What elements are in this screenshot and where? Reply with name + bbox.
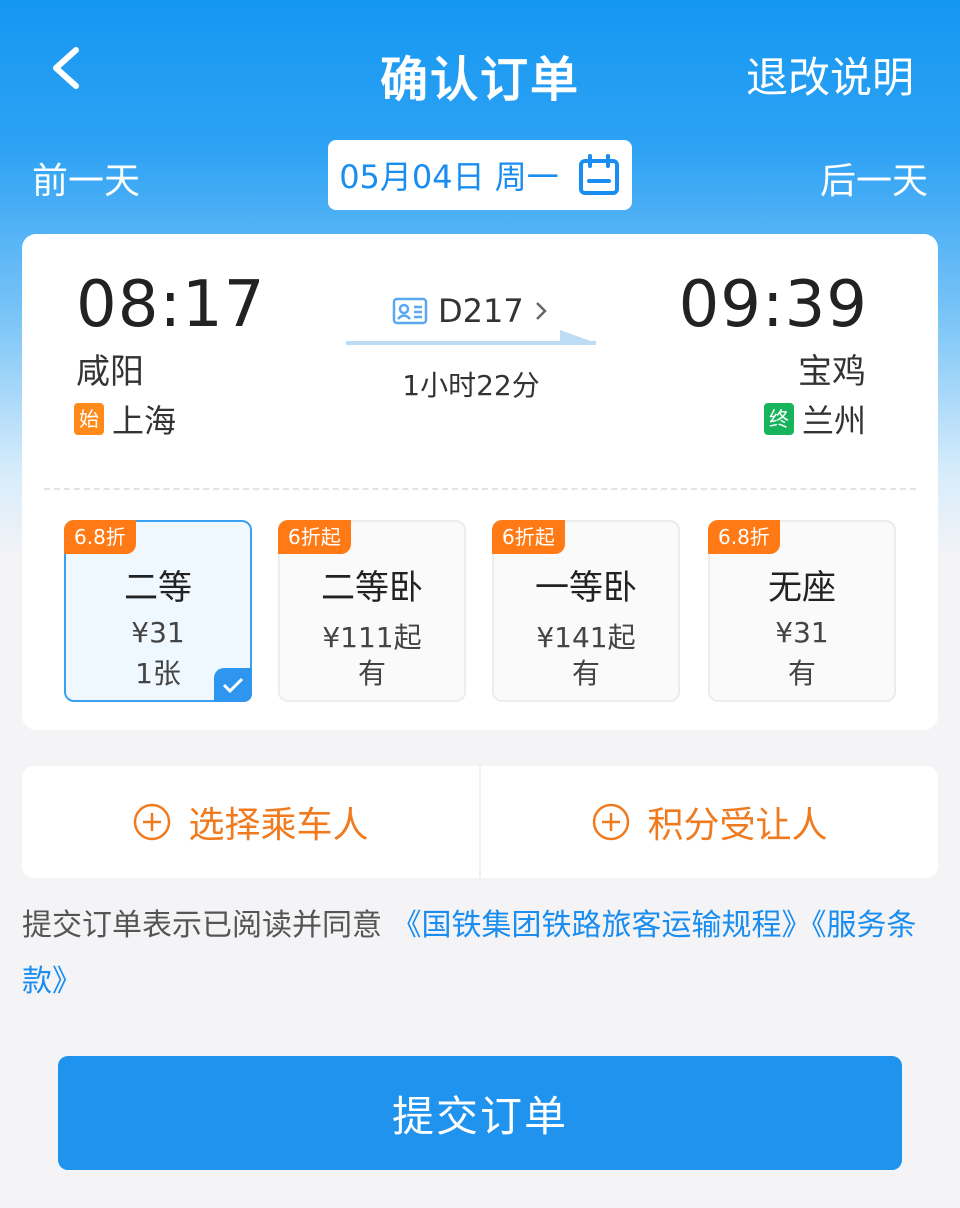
terminal-station-row: 终 兰州 [763, 396, 866, 442]
plus-circle-icon [593, 803, 630, 841]
next-day-button[interactable]: 后一天 [820, 152, 928, 204]
select-passenger-label: 选择乘车人 [188, 805, 369, 846]
terminal-tag: 终 [763, 403, 794, 435]
train-number: D217 [438, 292, 524, 330]
refund-change-rules-link[interactable]: 退改说明 [746, 44, 914, 105]
origin-station: 上海 [112, 402, 177, 440]
prev-day-button[interactable]: 前一天 [32, 152, 140, 204]
train-number-link[interactable]: D217 [392, 292, 548, 330]
journey-arrow-icon [346, 330, 596, 345]
origin-station-row: 始 上海 [74, 396, 176, 442]
check-icon [222, 677, 244, 694]
points-transferee-button[interactable]: 积分受让人 [479, 766, 938, 878]
seat-type: 无座 [768, 568, 836, 608]
submit-order-button[interactable]: 提交订单 [58, 1056, 902, 1170]
seat-availability: 有 [787, 657, 816, 690]
arrival-time: 09:39 [678, 268, 868, 342]
seat-price: ¥31 [775, 616, 829, 649]
selected-check [214, 668, 252, 702]
seat-option-second-sleeper[interactable]: 6折起 二等卧 ¥111起 有 [278, 520, 466, 702]
agreement-prefix: 提交订单表示已阅读并同意 [22, 908, 392, 943]
submit-order-label: 提交订单 [391, 1091, 568, 1141]
seat-option-no-seat[interactable]: 6.8折 无座 ¥31 有 [708, 520, 896, 702]
terminal-station: 兰州 [801, 402, 866, 440]
discount-badge: 6.8折 [64, 520, 136, 554]
agreement-text: 提交订单表示已阅读并同意 《国铁集团铁路旅客运输规程》《服务条款》 [22, 898, 938, 1010]
transport-rules-link[interactable]: 《国铁集团铁路旅客运输规程》 [392, 908, 812, 943]
seat-type: 二等卧 [321, 568, 423, 608]
discount-badge: 6折起 [278, 520, 351, 554]
calendar-icon [578, 154, 619, 195]
seat-price: ¥141起 [536, 621, 636, 654]
seat-option-first-sleeper[interactable]: 6折起 一等卧 ¥141起 有 [492, 520, 680, 702]
seat-price: ¥31 [131, 616, 185, 649]
seat-availability: 有 [357, 657, 386, 690]
departure-time: 08:17 [76, 268, 266, 342]
seat-availability: 有 [571, 657, 600, 690]
points-transferee-label: 积分受让人 [647, 805, 828, 846]
seat-option-second-class[interactable]: 6.8折 二等 ¥31 1张 [64, 520, 252, 702]
date-selector[interactable]: 05月04日 周一 [328, 140, 632, 210]
seat-type: 一等卧 [535, 568, 637, 608]
discount-badge: 6折起 [492, 520, 565, 554]
select-passenger-button[interactable]: 选择乘车人 [22, 766, 479, 878]
travel-duration: 1小时22分 [402, 369, 540, 402]
chevron-right-icon [535, 302, 547, 320]
train-info-card: 08:17 咸阳 始 上海 D217 1小时22分 09:39 宝鸡 终 兰州 … [22, 234, 938, 730]
arrival-station: 宝鸡 [798, 352, 866, 392]
passenger-card: 选择乘车人 积分受让人 [22, 766, 938, 878]
date-text: 05月04日 周一 [339, 158, 559, 196]
origin-tag: 始 [74, 403, 104, 435]
seat-price: ¥111起 [322, 621, 422, 654]
seat-type: 二等 [124, 568, 192, 608]
discount-badge: 6.8折 [708, 520, 780, 554]
id-card-icon [392, 297, 428, 325]
plus-circle-icon [134, 803, 171, 841]
nav-bar: 确认订单 退改说明 [0, 0, 960, 140]
dashed-divider [44, 488, 916, 490]
departure-station: 咸阳 [76, 352, 144, 392]
